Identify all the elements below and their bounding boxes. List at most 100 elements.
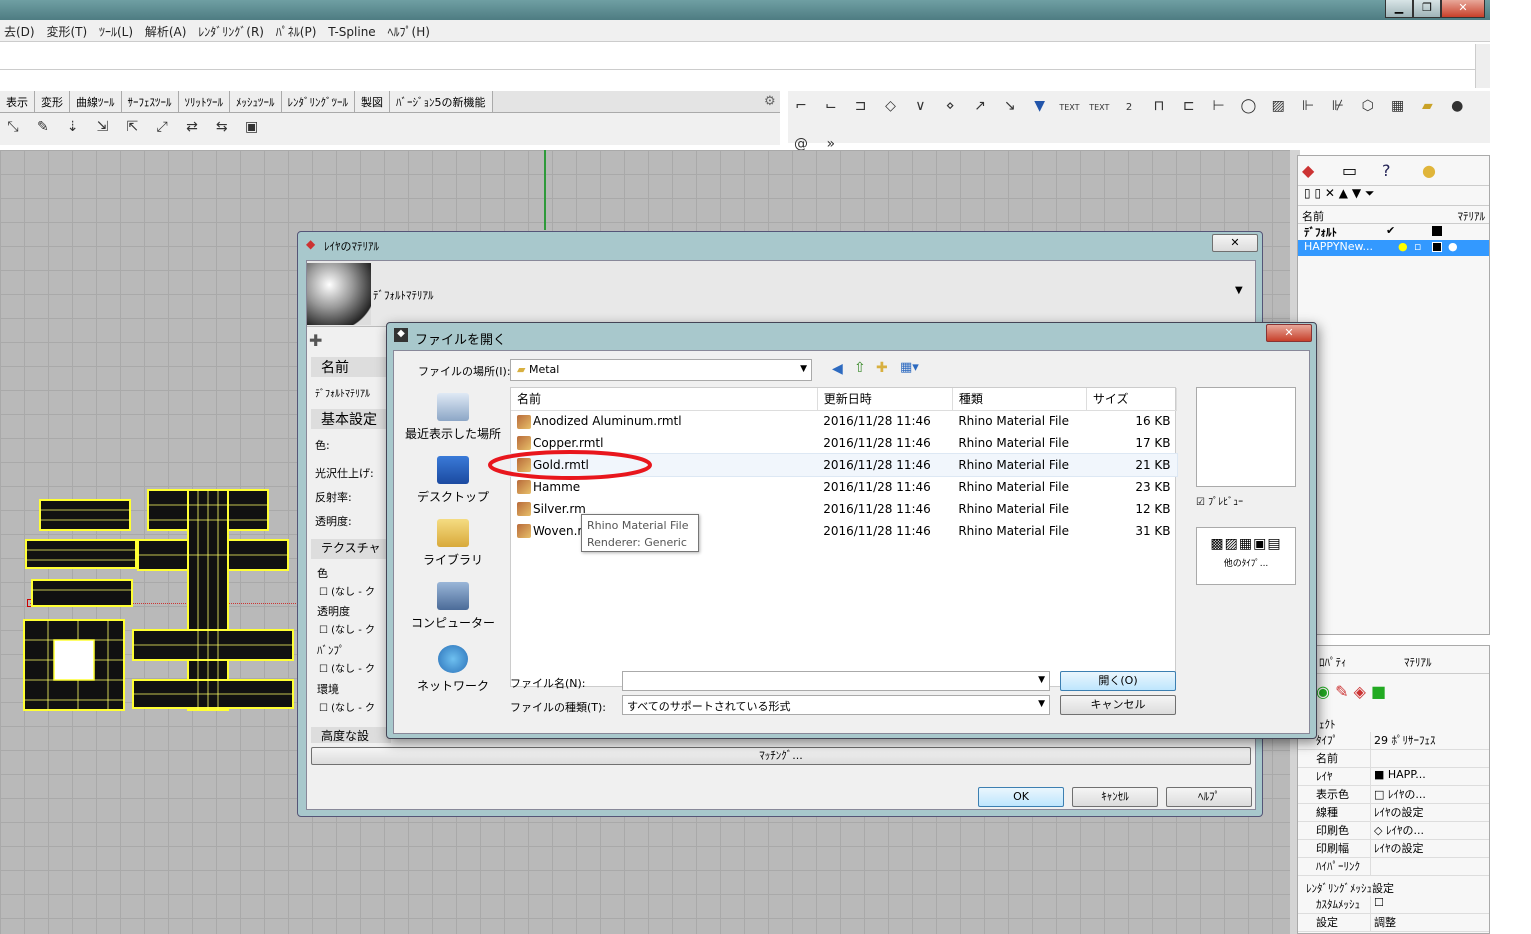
lightbulb-icon[interactable]: ●: [1398, 240, 1408, 253]
lock-icon[interactable]: ▫: [1414, 240, 1421, 253]
dimension-icon[interactable]: ↘: [999, 98, 1021, 120]
move-down-icon[interactable]: ▼: [1352, 186, 1361, 200]
material-icon[interactable]: ✎: [1335, 682, 1348, 701]
cancel-button[interactable]: キャンセル: [1060, 695, 1176, 715]
menu-tsplines[interactable]: T-Spline: [324, 22, 379, 42]
minimize-button[interactable]: ▁: [1385, 0, 1413, 18]
decal-icon[interactable]: ■: [1371, 682, 1386, 701]
filename-input[interactable]: ▼: [622, 671, 1050, 691]
new-sublayer-icon[interactable]: ▯: [1314, 186, 1321, 200]
file-list[interactable]: 名前 更新日時 種類 サイズ Anodized Aluminum.rmtl 20…: [488, 387, 1178, 687]
tool-icon[interactable]: ⤢: [151, 119, 173, 141]
tool-icon[interactable]: ⤡: [2, 119, 24, 141]
layer-color-swatch[interactable]: [1432, 242, 1442, 252]
render-tab-icon[interactable]: ●: [1422, 161, 1436, 180]
column-type[interactable]: 種類: [952, 388, 1087, 411]
tool-icon[interactable]: ⇱: [121, 119, 143, 141]
column-size[interactable]: サイズ: [1086, 388, 1178, 411]
dimension-icon[interactable]: ⊓: [1148, 98, 1170, 120]
layer-row-selected[interactable]: HAPPYNew... ● ▫ ●: [1298, 240, 1489, 256]
chevron-down-icon[interactable]: ▼: [1235, 285, 1243, 296]
open-button[interactable]: 開く(O): [1060, 671, 1176, 691]
tab-transform[interactable]: 変形: [35, 91, 70, 112]
place-recent[interactable]: 最近表示した場所: [398, 393, 508, 442]
menu-panels[interactable]: ﾊﾟﾈﾙ(P): [272, 20, 321, 43]
tool-icon[interactable]: ⇣: [62, 119, 84, 141]
box-icon[interactable]: ⬡: [1357, 98, 1379, 120]
chevron-down-icon[interactable]: ▼: [1038, 699, 1045, 709]
material-icon[interactable]: ●: [1448, 240, 1458, 253]
dimension-icon[interactable]: ⌙: [820, 98, 842, 120]
tool-icon[interactable]: ⇄: [181, 119, 203, 141]
dimension-icon[interactable]: ↗: [969, 98, 991, 120]
dimension-icon[interactable]: ⌐: [790, 98, 812, 120]
menu-analyze[interactable]: 解析(A): [141, 20, 191, 43]
prop-row-custom-mesh[interactable]: ｶｽﾀﾑﾒｯｼｭ ☐: [1298, 896, 1489, 914]
close-button[interactable]: ✕: [1441, 0, 1485, 18]
dimension-icon[interactable]: ⊢: [1208, 98, 1230, 120]
tex-color-checkbox[interactable]: ☐ (なし - ク: [319, 583, 375, 598]
place-library[interactable]: ライブラリ: [398, 519, 508, 568]
leader-icon[interactable]: 2: [1118, 102, 1140, 124]
display-tab-icon[interactable]: ▭: [1342, 161, 1357, 180]
name-value[interactable]: ﾃﾞﾌｫﾙﾄﾏﾃﾘｱﾙ: [315, 385, 370, 400]
tool-icon[interactable]: ⇆: [211, 119, 233, 141]
dimension-icon[interactable]: ◯: [1237, 98, 1259, 120]
back-icon[interactable]: ◀: [832, 361, 843, 377]
dimension-icon[interactable]: ▼: [1029, 98, 1051, 120]
file-row[interactable]: Anodized Aluminum.rmtl 2016/11/28 11:46 R…: [511, 410, 1177, 432]
tex-transparency-checkbox[interactable]: ☐ (なし - ク: [319, 621, 375, 636]
dimension-icon[interactable]: ⊩: [1297, 98, 1319, 120]
tab-surface-tools[interactable]: ｻｰﾌｪｽﾂｰﾙ: [121, 91, 179, 112]
table-icon[interactable]: ▦: [1387, 98, 1409, 120]
object-icon[interactable]: ◉: [1316, 682, 1330, 701]
cancel-button[interactable]: ｷｬﾝｾﾙ: [1072, 787, 1158, 807]
view-menu-icon[interactable]: ▦▾: [900, 360, 919, 375]
dimension-icon[interactable]: ◇: [879, 98, 901, 120]
material-header[interactable]: ﾃﾞﾌｫﾙﾄﾏﾃﾘｱﾙ ▼: [307, 261, 1255, 327]
tab-mesh-tools[interactable]: ﾒｯｼｭﾂｰﾙ: [230, 91, 282, 112]
move-up-icon[interactable]: ▲: [1339, 186, 1348, 200]
column-material[interactable]: ﾏﾃﾘｱﾙ: [1458, 208, 1486, 223]
gear-icon[interactable]: ⚙: [764, 94, 776, 109]
dimension-icon[interactable]: ⊐: [850, 98, 872, 120]
help-tab-icon[interactable]: ?: [1382, 161, 1391, 180]
up-folder-icon[interactable]: ⇧: [854, 360, 866, 376]
new-layer-icon[interactable]: ▯: [1304, 186, 1311, 200]
dimension-icon[interactable]: ⊏: [1178, 98, 1200, 120]
place-computer[interactable]: コンピューター: [398, 582, 508, 631]
tab-solid-tools[interactable]: ｿﾘｯﾄﾂｰﾙ: [178, 91, 230, 112]
dimension-icon[interactable]: ⊮: [1327, 98, 1349, 120]
prop-row-print-color[interactable]: 印刷色 ◇ ﾚｲﾔの...: [1298, 822, 1489, 840]
tex-env-checkbox[interactable]: ☐ (なし - ク: [319, 699, 375, 714]
prop-row-settings[interactable]: 設定 調整: [1298, 914, 1489, 932]
location-combo[interactable]: ▰ Metal ▼: [510, 359, 812, 381]
menu-help[interactable]: ﾍﾙﾌﾟ(H): [384, 20, 434, 43]
folder-icon[interactable]: ▰: [1416, 98, 1438, 120]
layer-row[interactable]: ﾃﾞﾌｫﾙﾄ ✔: [1298, 224, 1489, 240]
tool-icon[interactable]: ⇲: [91, 119, 113, 141]
tab-render-tools[interactable]: ﾚﾝﾀﾞﾘﾝｸﾞﾂｰﾙ: [281, 91, 355, 112]
tool-icon[interactable]: ▣: [241, 119, 263, 141]
maximize-button[interactable]: ❐: [1413, 0, 1441, 18]
texture-icon[interactable]: ◈: [1354, 682, 1366, 701]
sphere-icon[interactable]: ●: [1446, 98, 1468, 120]
filetype-select[interactable]: すべてのサポートされている形式 ▼: [622, 695, 1050, 715]
ok-button[interactable]: OK: [978, 787, 1064, 807]
prop-row-layer[interactable]: ﾚｲﾔ ■ HAPP...: [1298, 768, 1489, 786]
column-date[interactable]: 更新日時: [817, 388, 953, 411]
menu-tools[interactable]: ﾂｰﾙ(L): [95, 20, 137, 43]
3d-text-object[interactable]: [18, 480, 298, 720]
dialog-close-button[interactable]: ✕: [1266, 324, 1312, 342]
menu-transform[interactable]: 変形(T): [42, 20, 91, 43]
tab-drafting[interactable]: 製図: [355, 91, 390, 112]
help-button[interactable]: ﾍﾙﾌﾟ: [1166, 787, 1252, 807]
hatch-icon[interactable]: ▨: [1267, 98, 1289, 120]
chevron-down-icon[interactable]: ▼: [800, 364, 807, 374]
menu-render[interactable]: ﾚﾝﾀﾞﾘﾝｸﾞ(R): [194, 20, 268, 43]
menu-curve[interactable]: 去(D): [0, 20, 39, 43]
chevron-down-icon[interactable]: ▼: [1038, 675, 1045, 685]
tool-icon[interactable]: ✎: [32, 119, 54, 141]
add-icon[interactable]: ✚: [309, 331, 322, 350]
matching-button[interactable]: ﾏｯﾁﾝｸﾞ...: [311, 747, 1251, 765]
